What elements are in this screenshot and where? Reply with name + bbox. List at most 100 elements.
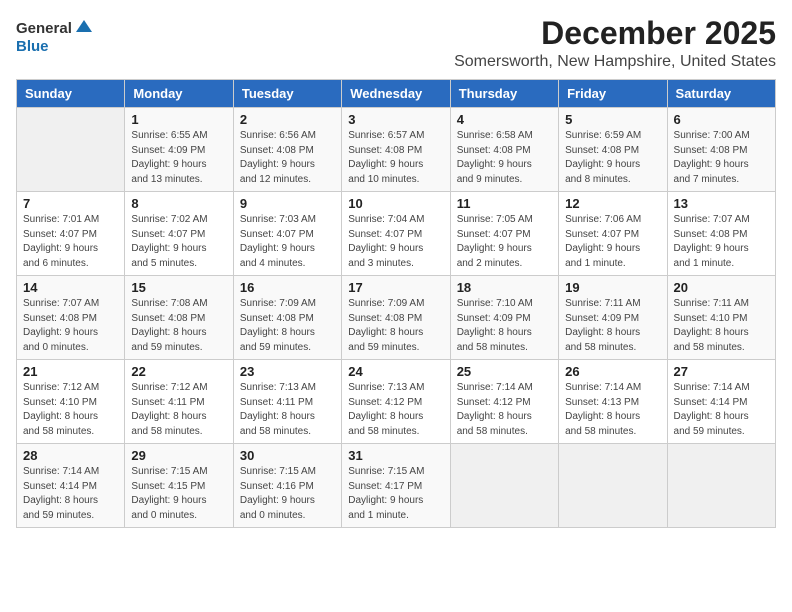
logo-icon (74, 18, 94, 38)
day-number: 20 (674, 280, 769, 295)
calendar-cell (667, 444, 775, 528)
calendar-cell: 8 Sunrise: 7:02 AM Sunset: 4:07 PM Daylig… (125, 192, 233, 276)
calendar-cell: 28 Sunrise: 7:14 AM Sunset: 4:14 PM Dayli… (17, 444, 125, 528)
cell-info: Sunrise: 7:15 AM Sunset: 4:16 PM Dayligh… (240, 465, 335, 523)
day-number: 2 (240, 112, 335, 127)
calendar-cell: 3 Sunrise: 6:57 AM Sunset: 4:08 PM Daylig… (342, 108, 450, 192)
day-number: 16 (240, 280, 335, 295)
day-number: 15 (131, 280, 226, 295)
day-number: 7 (23, 196, 118, 211)
cell-info: Sunrise: 6:59 AM Sunset: 4:08 PM Dayligh… (565, 129, 660, 187)
calendar-cell: 27Sunrise: 7:14 AM Sunset: 4:14 PM Dayli… (667, 360, 775, 444)
calendar-cell: 31 Sunrise: 7:15 AM Sunset: 4:17 PM Dayli… (342, 444, 450, 528)
day-number: 17 (348, 280, 443, 295)
week-row-4: 21Sunrise: 7:12 AM Sunset: 4:10 PM Dayli… (17, 360, 776, 444)
day-number: 4 (457, 112, 552, 127)
calendar-cell: 13Sunrise: 7:07 AM Sunset: 4:08 PM Dayli… (667, 192, 775, 276)
calendar-cell (450, 444, 558, 528)
calendar-cell: 15Sunrise: 7:08 AM Sunset: 4:08 PM Dayli… (125, 276, 233, 360)
cell-info: Sunrise: 7:14 AM Sunset: 4:12 PM Dayligh… (457, 381, 552, 439)
week-row-3: 14 Sunrise: 7:07 AM Sunset: 4:08 PM Dayli… (17, 276, 776, 360)
column-header-monday: Monday (125, 80, 233, 108)
cell-info: Sunrise: 7:03 AM Sunset: 4:07 PM Dayligh… (240, 213, 335, 271)
cell-info: Sunrise: 7:05 AM Sunset: 4:07 PM Dayligh… (457, 213, 552, 271)
calendar-cell (559, 444, 667, 528)
cell-info: Sunrise: 7:14 AM Sunset: 4:13 PM Dayligh… (565, 381, 660, 439)
cell-info: Sunrise: 7:13 AM Sunset: 4:12 PM Dayligh… (348, 381, 443, 439)
column-header-sunday: Sunday (17, 80, 125, 108)
week-row-2: 7 Sunrise: 7:01 AM Sunset: 4:07 PM Daylig… (17, 192, 776, 276)
day-number: 31 (348, 448, 443, 463)
column-header-friday: Friday (559, 80, 667, 108)
week-row-1: 1 Sunrise: 6:55 AM Sunset: 4:09 PM Daylig… (17, 108, 776, 192)
cell-info: Sunrise: 6:58 AM Sunset: 4:08 PM Dayligh… (457, 129, 552, 187)
cell-info: Sunrise: 7:02 AM Sunset: 4:07 PM Dayligh… (131, 213, 226, 271)
column-header-saturday: Saturday (667, 80, 775, 108)
day-number: 29 (131, 448, 226, 463)
location-title: Somersworth, New Hampshire, United State… (454, 53, 776, 71)
day-number: 14 (23, 280, 118, 295)
calendar-cell: 29Sunrise: 7:15 AM Sunset: 4:15 PM Dayli… (125, 444, 233, 528)
calendar-cell: 10 Sunrise: 7:04 AM Sunset: 4:07 PM Dayli… (342, 192, 450, 276)
calendar-cell: 16 Sunrise: 7:09 AM Sunset: 4:08 PM Dayli… (233, 276, 341, 360)
month-title: December 2025 (454, 16, 776, 51)
cell-info: Sunrise: 7:09 AM Sunset: 4:08 PM Dayligh… (240, 297, 335, 355)
calendar-cell: 17 Sunrise: 7:09 AM Sunset: 4:08 PM Dayli… (342, 276, 450, 360)
logo-blue: Blue (16, 38, 49, 55)
day-number: 1 (131, 112, 226, 127)
calendar-cell: 23Sunrise: 7:13 AM Sunset: 4:11 PM Dayli… (233, 360, 341, 444)
calendar-cell: 22 Sunrise: 7:12 AM Sunset: 4:11 PM Dayli… (125, 360, 233, 444)
calendar-cell: 12Sunrise: 7:06 AM Sunset: 4:07 PM Dayli… (559, 192, 667, 276)
calendar-cell: 30 Sunrise: 7:15 AM Sunset: 4:16 PM Dayli… (233, 444, 341, 528)
day-number: 30 (240, 448, 335, 463)
day-number: 21 (23, 364, 118, 379)
day-number: 19 (565, 280, 660, 295)
week-row-5: 28 Sunrise: 7:14 AM Sunset: 4:14 PM Dayli… (17, 444, 776, 528)
calendar-cell: 19 Sunrise: 7:11 AM Sunset: 4:09 PM Dayli… (559, 276, 667, 360)
cell-info: Sunrise: 7:15 AM Sunset: 4:17 PM Dayligh… (348, 465, 443, 523)
day-number: 9 (240, 196, 335, 211)
cell-info: Sunrise: 7:14 AM Sunset: 4:14 PM Dayligh… (23, 465, 118, 523)
calendar-cell: 6 Sunrise: 7:00 AM Sunset: 4:08 PM Daylig… (667, 108, 775, 192)
cell-info: Sunrise: 7:01 AM Sunset: 4:07 PM Dayligh… (23, 213, 118, 271)
cell-info: Sunrise: 7:12 AM Sunset: 4:11 PM Dayligh… (131, 381, 226, 439)
cell-info: Sunrise: 6:55 AM Sunset: 4:09 PM Dayligh… (131, 129, 226, 187)
cell-info: Sunrise: 7:10 AM Sunset: 4:09 PM Dayligh… (457, 297, 552, 355)
cell-info: Sunrise: 7:07 AM Sunset: 4:08 PM Dayligh… (23, 297, 118, 355)
calendar-cell: 21Sunrise: 7:12 AM Sunset: 4:10 PM Dayli… (17, 360, 125, 444)
calendar-cell: 24 Sunrise: 7:13 AM Sunset: 4:12 PM Dayli… (342, 360, 450, 444)
cell-info: Sunrise: 7:09 AM Sunset: 4:08 PM Dayligh… (348, 297, 443, 355)
cell-info: Sunrise: 7:11 AM Sunset: 4:09 PM Dayligh… (565, 297, 660, 355)
day-number: 22 (131, 364, 226, 379)
header-row: SundayMondayTuesdayWednesdayThursdayFrid… (17, 80, 776, 108)
calendar-table: SundayMondayTuesdayWednesdayThursdayFrid… (16, 79, 776, 528)
cell-info: Sunrise: 6:56 AM Sunset: 4:08 PM Dayligh… (240, 129, 335, 187)
day-number: 28 (23, 448, 118, 463)
cell-info: Sunrise: 7:06 AM Sunset: 4:07 PM Dayligh… (565, 213, 660, 271)
cell-info: Sunrise: 7:14 AM Sunset: 4:14 PM Dayligh… (674, 381, 769, 439)
day-number: 13 (674, 196, 769, 211)
calendar-cell: 5Sunrise: 6:59 AM Sunset: 4:08 PM Daylig… (559, 108, 667, 192)
calendar-cell: 1 Sunrise: 6:55 AM Sunset: 4:09 PM Daylig… (125, 108, 233, 192)
column-header-tuesday: Tuesday (233, 80, 341, 108)
day-number: 3 (348, 112, 443, 127)
logo-general: General (16, 21, 72, 38)
calendar-cell: 20 Sunrise: 7:11 AM Sunset: 4:10 PM Dayli… (667, 276, 775, 360)
day-number: 23 (240, 364, 335, 379)
cell-info: Sunrise: 7:11 AM Sunset: 4:10 PM Dayligh… (674, 297, 769, 355)
calendar-cell: 7 Sunrise: 7:01 AM Sunset: 4:07 PM Daylig… (17, 192, 125, 276)
calendar-cell: 25Sunrise: 7:14 AM Sunset: 4:12 PM Dayli… (450, 360, 558, 444)
day-number: 11 (457, 196, 552, 211)
calendar-cell: 26Sunrise: 7:14 AM Sunset: 4:13 PM Dayli… (559, 360, 667, 444)
cell-info: Sunrise: 7:00 AM Sunset: 4:08 PM Dayligh… (674, 129, 769, 187)
day-number: 10 (348, 196, 443, 211)
cell-info: Sunrise: 7:04 AM Sunset: 4:07 PM Dayligh… (348, 213, 443, 271)
calendar-cell: 11 Sunrise: 7:05 AM Sunset: 4:07 PM Dayli… (450, 192, 558, 276)
title-block: December 2025 Somersworth, New Hampshire… (454, 16, 776, 71)
cell-info: Sunrise: 6:57 AM Sunset: 4:08 PM Dayligh… (348, 129, 443, 187)
day-number: 6 (674, 112, 769, 127)
logo: General Blue (16, 20, 94, 56)
day-number: 8 (131, 196, 226, 211)
day-number: 24 (348, 364, 443, 379)
calendar-cell: 4 Sunrise: 6:58 AM Sunset: 4:08 PM Daylig… (450, 108, 558, 192)
